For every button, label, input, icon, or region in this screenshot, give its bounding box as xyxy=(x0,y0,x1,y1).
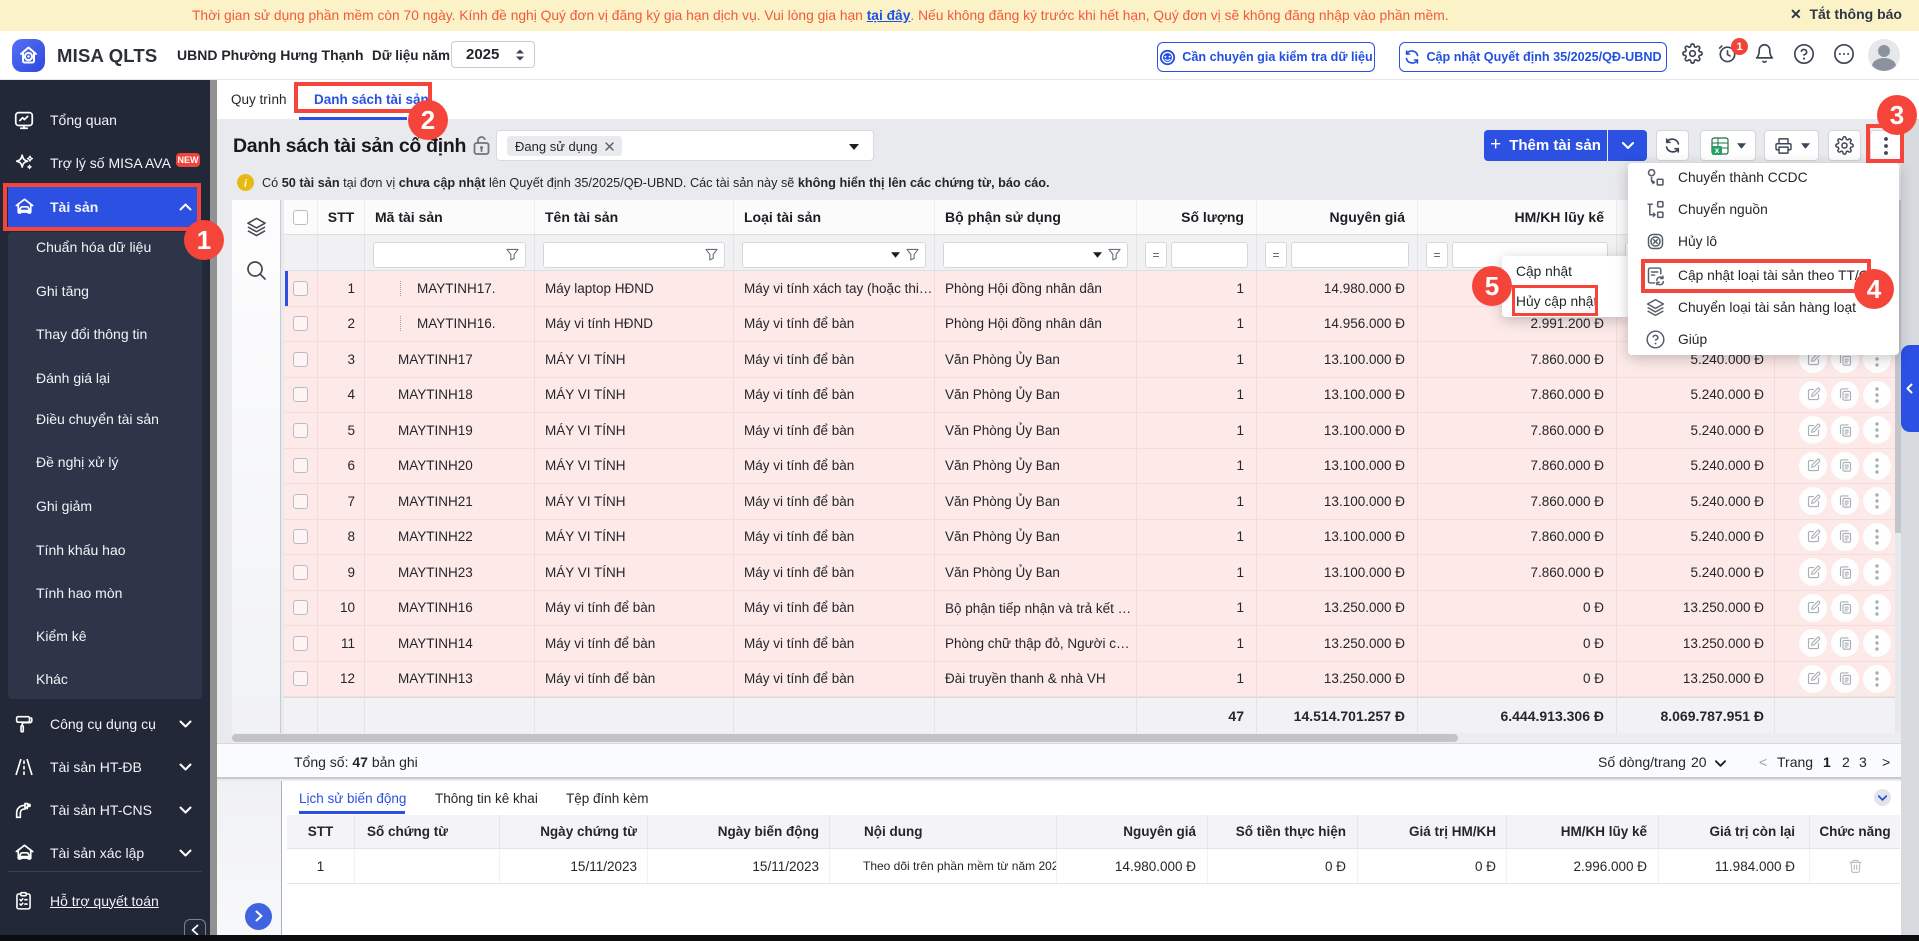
svg-text:x: x xyxy=(1714,145,1719,155)
